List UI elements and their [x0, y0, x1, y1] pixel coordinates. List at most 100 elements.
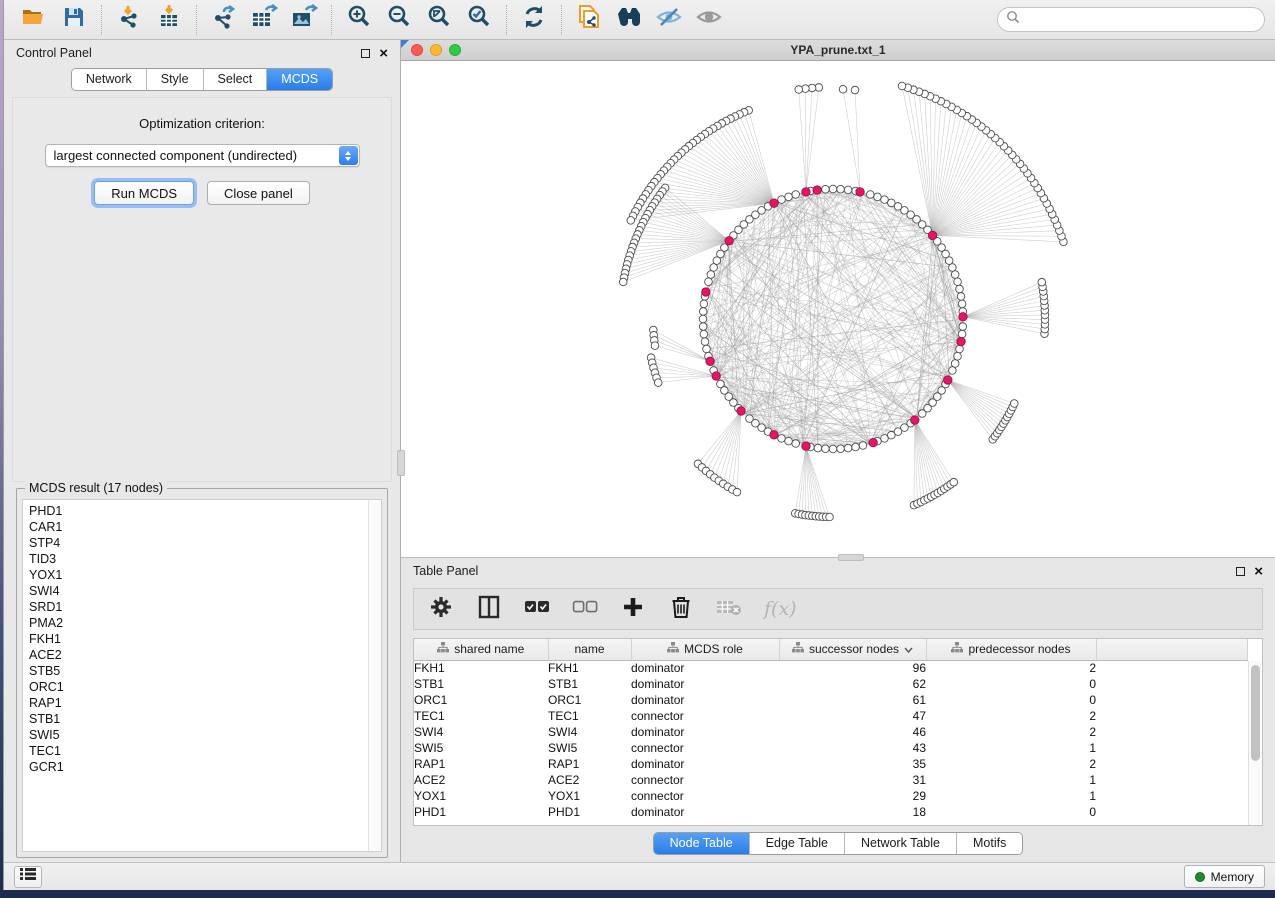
float-panel-icon[interactable] — [361, 49, 370, 58]
float-table-panel-icon[interactable] — [1236, 567, 1245, 576]
mcds-result-item[interactable]: STB1 — [29, 711, 368, 727]
deselect-all-rows-button[interactable] — [572, 596, 598, 622]
optimization-criterion-dropdown[interactable]: largest connected component (undirected) — [45, 144, 360, 167]
table-tab-network-table[interactable]: Network Table — [845, 833, 957, 854]
zoom-in-button[interactable] — [339, 3, 379, 37]
tab-mcds[interactable]: MCDS — [267, 69, 332, 90]
mcds-result-item[interactable]: YOX1 — [29, 567, 368, 583]
add-column-button[interactable] — [620, 596, 646, 622]
table-row[interactable]: SWI5SWI5connector431 — [414, 740, 1248, 756]
cell-empty — [1096, 708, 1248, 724]
result-list-scrollbar[interactable] — [368, 500, 381, 851]
mcds-result-item[interactable]: GCR1 — [29, 759, 368, 775]
zoom-selected-button[interactable] — [459, 3, 499, 37]
network-window-titlebar[interactable]: YPA_prune.txt_1 — [401, 40, 1275, 61]
close-panel-icon[interactable]: × — [379, 49, 388, 58]
mcds-result-item[interactable]: ORC1 — [29, 679, 368, 695]
delete-columns-button[interactable] — [668, 596, 694, 622]
table-scrollbar[interactable] — [1248, 661, 1262, 825]
hide-selected-button[interactable] — [649, 3, 689, 37]
close-table-panel-icon[interactable]: × — [1254, 567, 1263, 576]
task-history-button[interactable] — [14, 866, 42, 888]
mcds-result-item[interactable]: TID3 — [29, 551, 368, 567]
export-image-button[interactable] — [284, 3, 324, 37]
mcds-result-item[interactable]: SRD1 — [29, 599, 368, 615]
cell-name: ORC1 — [548, 692, 631, 708]
table-tab-motifs[interactable]: Motifs — [957, 833, 1022, 854]
import-table-button[interactable] — [149, 3, 189, 37]
panel-splitter-handle[interactable] — [397, 450, 405, 476]
mcds-result-item[interactable]: PMA2 — [29, 615, 368, 631]
column-label: MCDS role — [684, 642, 743, 656]
network-canvas[interactable] — [401, 61, 1275, 557]
column-header-MCDS-role[interactable]: MCDS role — [631, 639, 779, 660]
mcds-result-item[interactable]: PHD1 — [29, 503, 368, 519]
table-panel-title: Table Panel — [413, 564, 478, 578]
cell-successor-nodes: 29 — [779, 788, 926, 804]
table-row[interactable]: ACE2ACE2connector311 — [414, 772, 1248, 788]
run-mcds-button[interactable]: Run MCDS — [94, 181, 194, 205]
cell-name: SWI5 — [548, 740, 631, 756]
cell-mcds-role: dominator — [631, 724, 779, 740]
node-table[interactable]: shared namename MCDS role successor nodesp… — [413, 638, 1263, 826]
table-splitter-handle[interactable] — [838, 554, 864, 561]
window-zoom-button[interactable] — [449, 44, 461, 56]
zoom-out-button[interactable] — [379, 3, 419, 37]
table-row[interactable]: FKH1FKH1dominator962 — [414, 660, 1248, 676]
mcds-result-item[interactable]: STP4 — [29, 535, 368, 551]
save-session-button[interactable] — [54, 3, 94, 37]
table-row[interactable]: ORC1ORC1dominator610 — [414, 692, 1248, 708]
mcds-result-item[interactable]: ACE2 — [29, 647, 368, 663]
mcds-result-item[interactable]: STB5 — [29, 663, 368, 679]
split-columns-button[interactable] — [476, 596, 502, 622]
tab-style[interactable]: Style — [147, 69, 204, 90]
tab-network[interactable]: Network — [72, 69, 147, 90]
table-row[interactable]: PHD1PHD1dominator180 — [414, 804, 1248, 820]
copy-network-button[interactable] — [569, 3, 609, 37]
function-builder-button[interactable]: f(x) — [764, 596, 797, 622]
open-file-button[interactable] — [14, 3, 54, 37]
select-all-rows-button[interactable] — [524, 596, 550, 622]
copy-network-icon — [576, 3, 602, 36]
window-close-button[interactable] — [411, 44, 423, 56]
mcds-result-item[interactable]: CAR1 — [29, 519, 368, 535]
search-input[interactable] — [1025, 13, 1256, 27]
column-header-successor-nodes[interactable]: successor nodes — [779, 639, 926, 660]
refresh-view-button[interactable] — [514, 3, 554, 37]
cell-successor-nodes: 47 — [779, 708, 926, 724]
table-tab-node-table[interactable]: Node Table — [654, 833, 750, 854]
tab-select[interactable]: Select — [204, 69, 268, 90]
mcds-result-list[interactable]: PHD1CAR1STP4TID3YOX1SWI4SRD1PMA2FKH1ACE2… — [22, 499, 382, 852]
mcds-result-item[interactable]: RAP1 — [29, 695, 368, 711]
table-row[interactable]: YOX1YOX1connector291 — [414, 788, 1248, 804]
export-table-button[interactable] — [244, 3, 284, 37]
close-panel-button[interactable]: Close panel — [207, 181, 310, 205]
column-header-name[interactable]: name — [548, 639, 631, 660]
memory-button[interactable]: Memory — [1184, 865, 1265, 888]
network-search-field[interactable] — [997, 7, 1265, 32]
import-network-button[interactable] — [109, 3, 149, 37]
search-network-button[interactable] — [609, 3, 649, 37]
mcds-result-item[interactable]: FKH1 — [29, 631, 368, 647]
cell-empty — [1096, 756, 1248, 772]
table-row[interactable]: STB1STB1dominator620 — [414, 676, 1248, 692]
table-row[interactable]: SWI4SWI4dominator462 — [414, 724, 1248, 740]
mcds-result-item[interactable]: TEC1 — [29, 743, 368, 759]
export-network-button[interactable] — [204, 3, 244, 37]
mcds-result-item[interactable]: SWI4 — [29, 583, 368, 599]
delete-table-button[interactable] — [716, 596, 742, 622]
cell-mcds-role: connector — [631, 708, 779, 724]
table-tab-edge-table[interactable]: Edge Table — [750, 833, 845, 854]
show-all-button[interactable] — [689, 3, 729, 37]
table-scrollbar-thumb[interactable] — [1251, 665, 1260, 761]
table-settings-button[interactable] — [428, 596, 454, 622]
table-row[interactable]: TEC1TEC1connector472 — [414, 708, 1248, 724]
zoom-fit-button[interactable] — [419, 3, 459, 37]
network-graph[interactable] — [401, 61, 1267, 557]
cell-empty — [1096, 692, 1248, 708]
column-header-shared-name[interactable]: shared name — [414, 639, 548, 660]
table-row[interactable]: RAP1RAP1dominator352 — [414, 756, 1248, 772]
column-header-predecessor-nodes[interactable]: predecessor nodes — [926, 639, 1096, 660]
window-minimize-button[interactable] — [430, 44, 442, 56]
mcds-result-item[interactable]: SWI5 — [29, 727, 368, 743]
